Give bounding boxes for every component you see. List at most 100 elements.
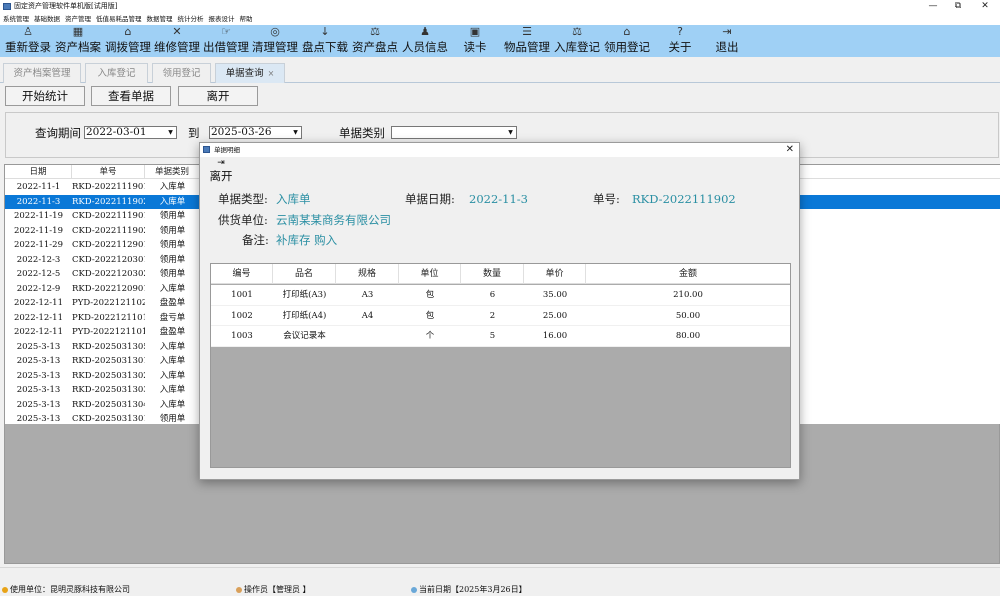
cell-number: CKD-2022120302 bbox=[72, 269, 145, 279]
detail-table-header: 编号 品名 规格 单位 数量 单价 金额 bbox=[211, 264, 790, 284]
people-icon: ♟ bbox=[420, 25, 430, 38]
tab-voucher-query-label: 单据查询 bbox=[225, 68, 264, 79]
column-quantity[interactable]: 数量 bbox=[461, 264, 524, 284]
relogin-button[interactable]: ♙ 重新登录 bbox=[4, 25, 52, 57]
tab-strip: 资产档案管理 入库登记 领用登记 单据查询 × bbox=[0, 61, 1000, 83]
stock-in-button[interactable]: ⚖ 入库登记 bbox=[553, 25, 601, 57]
restore-button[interactable]: ⧉ bbox=[943, 0, 973, 13]
goods-button[interactable]: ☰ 物品管理 bbox=[503, 25, 551, 57]
dropdown-arrow-icon[interactable]: ▼ bbox=[506, 128, 515, 137]
detail-row[interactable]: 1002 打印纸(A4) A4 包 2 25.00 50.00 bbox=[211, 305, 790, 326]
cell-type: 领用单 bbox=[159, 240, 186, 250]
column-number[interactable]: 单号 bbox=[72, 165, 145, 179]
app-icon bbox=[3, 3, 11, 10]
menu-statistics[interactable]: 统计分析 bbox=[178, 13, 204, 25]
person-icon: ♙ bbox=[23, 25, 33, 38]
column-unit[interactable]: 单位 bbox=[399, 264, 461, 284]
menu-asset[interactable]: 资产管理 bbox=[65, 13, 91, 25]
cell-number: CKD-2022112901 bbox=[72, 240, 145, 250]
cell-date: 2025-3-13 bbox=[16, 385, 61, 395]
status-operator: 操作员【管理员 】 bbox=[236, 583, 311, 596]
unit-icon bbox=[2, 587, 8, 593]
cell-date: 2022-11-3 bbox=[16, 196, 61, 207]
supplier-label: 供货单位: bbox=[218, 213, 268, 227]
cell-type: 领用单 bbox=[159, 225, 186, 236]
menu-basic-data[interactable]: 基础数据 bbox=[34, 13, 60, 25]
cell-unit: 个 bbox=[425, 331, 435, 341]
menu-system[interactable]: 系统管理 bbox=[3, 13, 29, 25]
tab-stock-in[interactable]: 入库登记 bbox=[85, 63, 148, 83]
cell-date: 2022-12-9 bbox=[16, 283, 61, 294]
cell-type: 领用单 bbox=[159, 254, 186, 265]
dialog-leave-button[interactable]: ⇥ 离开 bbox=[206, 158, 236, 184]
cell-date: 2022-11-19 bbox=[13, 225, 63, 236]
dialog-close-button[interactable]: ✕ bbox=[786, 143, 794, 157]
cell-price: 16.00 bbox=[542, 331, 568, 341]
menu-data[interactable]: 数据管理 bbox=[147, 13, 173, 25]
detail-row[interactable]: 1001 打印纸(A3) A3 包 6 35.00 210.00 bbox=[211, 285, 790, 306]
menu-bar: 系统管理 基础数据 资产管理 低值易耗品管理 数据管理 统计分析 报表设计 帮助 bbox=[0, 13, 1000, 25]
horizontal-scrollbar[interactable] bbox=[0, 567, 1000, 579]
status-unit: 使用单位：昆明灵豚科技有限公司 bbox=[2, 583, 130, 596]
detail-row[interactable]: 1003 会议记录本 个 5 16.00 80.00 bbox=[211, 326, 790, 347]
cell-type: 入库单 bbox=[159, 399, 186, 410]
remark-value: 补库存 购入 bbox=[276, 233, 338, 247]
dropdown-arrow-icon[interactable]: ▼ bbox=[291, 128, 300, 137]
column-date[interactable]: 日期 bbox=[5, 165, 72, 179]
personnel-button[interactable]: ♟ 人员信息 bbox=[401, 25, 449, 57]
date-to-picker[interactable]: 2025-03-26 ▼ bbox=[209, 126, 302, 139]
leave-button[interactable]: 离开 bbox=[178, 86, 258, 106]
cell-number: CKD-2025031301 bbox=[72, 414, 145, 424]
about-button[interactable]: ? 关于 bbox=[664, 25, 696, 57]
cell-unit: 包 bbox=[425, 290, 435, 300]
transfer-icon: ⌂ bbox=[124, 25, 132, 38]
dialog-app-icon bbox=[203, 146, 210, 153]
tab-receive[interactable]: 领用登记 bbox=[152, 63, 211, 83]
cleanup-button[interactable]: ◎ 清理管理 bbox=[251, 25, 299, 57]
cell-type: 入库单 bbox=[159, 385, 186, 395]
type-select[interactable]: ▼ bbox=[391, 126, 517, 139]
lend-button[interactable]: ☞ 出借管理 bbox=[202, 25, 250, 57]
column-name[interactable]: 品名 bbox=[273, 264, 336, 284]
menu-consumables[interactable]: 低值易耗品管理 bbox=[96, 13, 142, 25]
voucher-type-label: 单据类型: bbox=[218, 192, 268, 206]
column-code[interactable]: 编号 bbox=[211, 264, 273, 284]
cell-quantity: 5 bbox=[489, 331, 496, 341]
cell-number: RKD-2025031305 bbox=[72, 341, 145, 352]
inventory-download-button[interactable]: ↓ 盘点下载 bbox=[301, 25, 349, 57]
cell-number: RKD-2025031302 bbox=[72, 370, 145, 381]
receive-button[interactable]: ⌂ 领用登记 bbox=[603, 25, 651, 57]
exit-button[interactable]: ⇥ 退出 bbox=[711, 25, 743, 57]
read-card-button[interactable]: ▣ 读卡 bbox=[457, 25, 493, 57]
cell-number: CKD-2022111901 bbox=[72, 211, 145, 221]
close-button[interactable]: ✕ bbox=[970, 0, 1000, 13]
tab-asset-archive[interactable]: 资产档案管理 bbox=[3, 63, 81, 83]
tab-voucher-query[interactable]: 单据查询 × bbox=[215, 63, 285, 83]
column-spec[interactable]: 规格 bbox=[336, 264, 399, 284]
cell-type: 入库单 bbox=[159, 182, 186, 192]
cell-date: 2022-12-3 bbox=[16, 254, 61, 265]
window-title: 固定资产管理软件单机版[试用版] bbox=[14, 2, 118, 10]
asset-archive-button[interactable]: ▦ 资产档案 bbox=[54, 25, 102, 57]
tab-close-icon[interactable]: × bbox=[268, 69, 275, 78]
asset-inventory-button[interactable]: ⚖ 资产盘点 bbox=[351, 25, 399, 57]
date-from-picker[interactable]: 2022-03-01 ▼ bbox=[84, 126, 177, 139]
column-price[interactable]: 单价 bbox=[524, 264, 586, 284]
clean-icon: ◎ bbox=[270, 25, 280, 38]
menu-help[interactable]: 帮助 bbox=[240, 13, 253, 25]
repair-button[interactable]: ✕ 维修管理 bbox=[153, 25, 201, 57]
column-amount[interactable]: 金额 bbox=[586, 264, 790, 284]
start-statistics-button[interactable]: 开始统计 bbox=[5, 86, 85, 106]
voucher-date-value: 2022-11-3 bbox=[469, 192, 528, 206]
cell-number: RKD-2022111902 bbox=[72, 196, 145, 207]
dropdown-arrow-icon[interactable]: ▼ bbox=[166, 128, 175, 137]
cell-name: 打印纸(A4) bbox=[282, 310, 327, 321]
view-voucher-button[interactable]: 查看单据 bbox=[91, 86, 171, 106]
cell-type: 入库单 bbox=[159, 341, 186, 352]
menu-report-design[interactable]: 报表设计 bbox=[209, 13, 235, 25]
transfer-button[interactable]: ⌂ 调拨管理 bbox=[104, 25, 152, 57]
cell-type: 盘盈单 bbox=[159, 298, 186, 308]
column-type[interactable]: 单据类别 bbox=[145, 165, 200, 179]
cell-number: PYD-2022121101 bbox=[72, 327, 145, 337]
cell-number: RKD-2025031303 bbox=[72, 385, 145, 395]
